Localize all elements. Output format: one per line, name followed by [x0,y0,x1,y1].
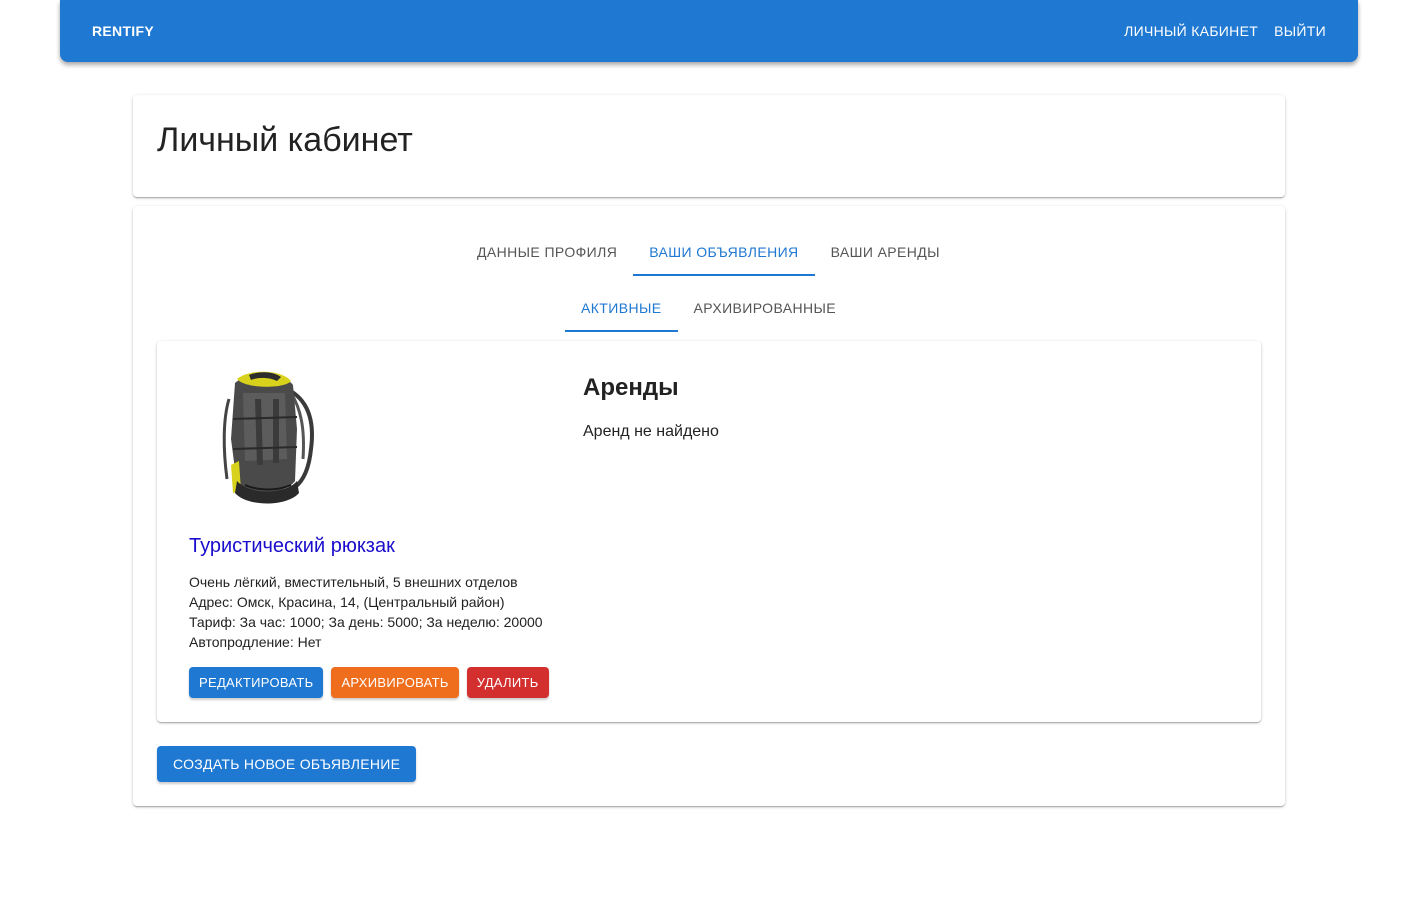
listing-details: Очень лёгкий, вместительный, 5 внешних о… [189,572,543,652]
listing-title-link[interactable]: Туристический рюкзак [189,535,395,558]
listing-actions: РЕДАКТИРОВАТЬ АРХИВИРОВАТЬ УДАЛИТЬ [189,667,549,698]
main-tabs: ДАННЫЕ ПРОФИЛЯ ВАШИ ОБЪЯВЛЕНИЯ ВАШИ АРЕН… [461,228,956,276]
listing-card: Туристический рюкзак Очень лёгкий, вмест… [157,341,1261,722]
tab-your-listings[interactable]: ВАШИ ОБЪЯВЛЕНИЯ [633,228,815,276]
tab-archived[interactable]: АРХИВИРОВАННЫЕ [678,284,853,332]
top-nav: ЛИЧНЫЙ КАБИНЕТ ВЫЙТИ [1124,23,1326,39]
archive-button[interactable]: АРХИВИРОВАТЬ [331,667,459,698]
backpack-image[interactable] [215,369,325,509]
tab-your-rentals[interactable]: ВАШИ АРЕНДЫ [815,228,956,276]
page-title-card: Личный кабинет [133,95,1285,197]
listing-tariff: Тариф: За час: 1000; За день: 5000; За н… [189,614,543,630]
delete-button[interactable]: УДАЛИТЬ [466,667,549,698]
listing-autorenew: Автопродление: Нет [189,634,322,650]
page-title: Личный кабинет [157,121,413,159]
app-bar: RENTIFY ЛИЧНЫЙ КАБИНЕТ ВЫЙТИ [60,0,1358,62]
listing-status-tabs: АКТИВНЫЕ АРХИВИРОВАННЫЕ [565,284,852,332]
edit-button[interactable]: РЕДАКТИРОВАТЬ [189,667,324,698]
create-listing-button[interactable]: СОЗДАТЬ НОВОЕ ОБЪЯВЛЕНИЕ [157,746,417,782]
brand-logo[interactable]: RENTIFY [92,23,154,39]
rentals-empty-message: Аренд не найдено [583,423,719,440]
tab-profile-data[interactable]: ДАННЫЕ ПРОФИЛЯ [461,228,633,276]
listing-address: Адрес: Омск, Красина, 14, (Центральный р… [189,594,505,610]
nav-logout-link[interactable]: ВЫЙТИ [1274,23,1326,39]
tab-active[interactable]: АКТИВНЫЕ [565,284,678,332]
cabinet-content-card: ДАННЫЕ ПРОФИЛЯ ВАШИ ОБЪЯВЛЕНИЯ ВАШИ АРЕН… [133,206,1285,806]
listing-description: Очень лёгкий, вместительный, 5 внешних о… [189,574,518,590]
rentals-heading: Аренды [583,374,679,401]
nav-cabinet-link[interactable]: ЛИЧНЫЙ КАБИНЕТ [1124,23,1258,39]
